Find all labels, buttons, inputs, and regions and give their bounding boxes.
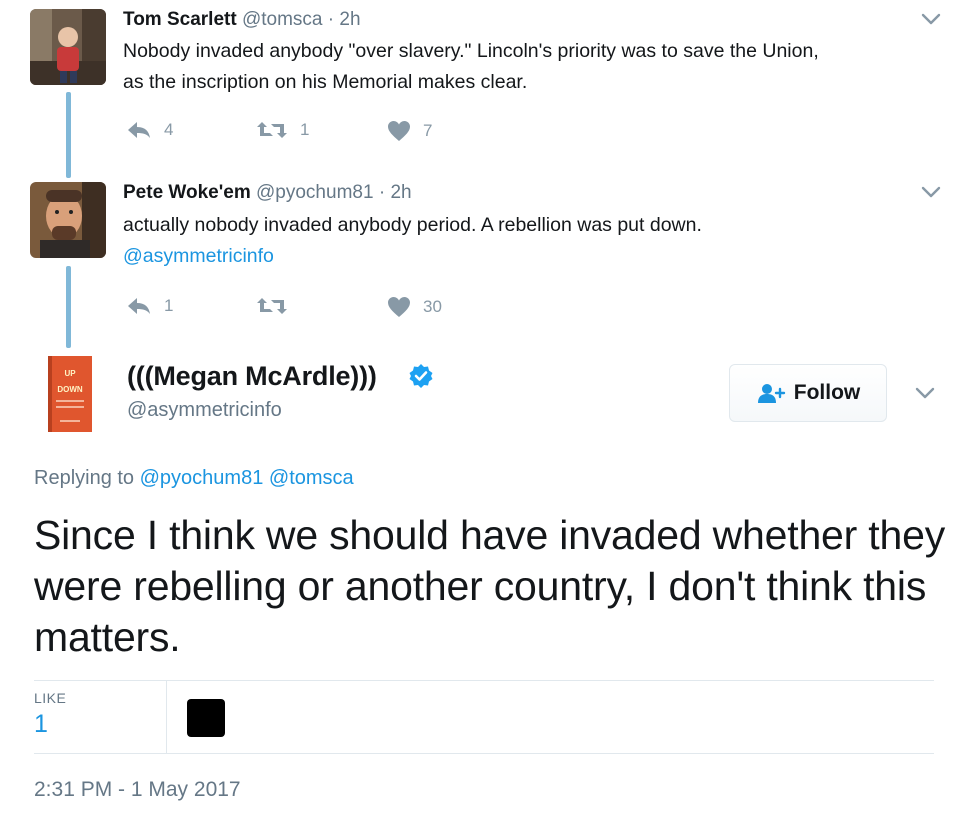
chevron-down-icon[interactable] <box>920 181 942 203</box>
heart-icon <box>388 121 410 141</box>
reply-button[interactable]: 1 <box>126 296 173 316</box>
replying-to: Replying to @pyochum81 @tomsca <box>34 467 354 490</box>
retweet-button[interactable] <box>256 296 300 316</box>
tweet-time[interactable]: 2h <box>339 9 360 30</box>
separator-dot: · <box>327 9 335 30</box>
author-handle[interactable]: @tomsca <box>242 9 323 30</box>
replying-mention[interactable]: @pyochum81 <box>140 467 264 489</box>
author-name[interactable]: Tom Scarlett <box>123 9 237 30</box>
reply-count: 1 <box>164 296 174 315</box>
tweet-header: Pete Woke'em @pyochum81 · 2h <box>123 182 412 204</box>
like-button[interactable]: 7 <box>387 120 432 142</box>
book-title-down: DOWN <box>57 385 83 394</box>
reply-tweet-1[interactable]: Tom Scarlett @tomsca · 2h Nobody invaded… <box>0 0 980 160</box>
avatar[interactable] <box>30 182 106 258</box>
avatar[interactable] <box>30 9 106 85</box>
follow-person-icon <box>757 384 785 403</box>
chevron-down-icon[interactable] <box>914 382 936 404</box>
tweet-header: Tom Scarlett @tomsca · 2h <box>123 9 361 31</box>
reply-button[interactable]: 4 <box>126 120 173 140</box>
tweet-text-line: actually nobody invaded anybody period. … <box>123 214 702 236</box>
reply-count: 4 <box>164 120 174 139</box>
like-stat-count[interactable]: 1 <box>34 710 48 739</box>
like-stat-label: LIKE <box>34 690 67 706</box>
tweet-text: Nobody invaded anybody "over slavery." L… <box>123 36 953 98</box>
mention-link[interactable]: @asymmetricinfo <box>123 241 953 272</box>
main-tweet-text: Since I think we should have invaded whe… <box>34 512 945 660</box>
reply-tweet-2[interactable]: Pete Woke'em @pyochum81 · 2h actually no… <box>0 170 980 340</box>
divider <box>34 753 934 754</box>
liker-avatar[interactable] <box>187 699 225 737</box>
author-name[interactable]: Pete Woke'em <box>123 182 251 203</box>
author-handle[interactable]: @asymmetricinfo <box>127 399 282 422</box>
reply-icon <box>128 122 150 138</box>
verified-badge-icon <box>409 364 433 388</box>
like-count: 7 <box>423 121 433 140</box>
separator-dot: · <box>378 182 386 203</box>
tweet-timestamp[interactable]: 2:31 PM - 1 May 2017 <box>34 778 241 802</box>
tweet-text-line: as the inscription on his Memorial makes… <box>123 71 528 93</box>
retweet-count: 1 <box>300 120 310 139</box>
stats-divider <box>166 681 167 753</box>
retweet-icon <box>257 298 287 314</box>
tweet-time[interactable]: 2h <box>390 182 411 203</box>
replying-prefix: Replying to <box>34 467 135 489</box>
book-title-up: UP <box>64 369 76 378</box>
retweet-icon <box>257 122 287 138</box>
retweet-button[interactable]: 1 <box>256 120 309 140</box>
like-count: 30 <box>423 297 442 316</box>
like-button[interactable]: 30 <box>387 296 442 318</box>
follow-label: Follow <box>793 381 861 404</box>
avatar[interactable]: UP DOWN <box>42 354 98 434</box>
author-name[interactable]: (((Megan McArdle))) <box>127 361 377 392</box>
tweet-text: actually nobody invaded anybody period. … <box>123 210 953 272</box>
tweet-text-line: Nobody invaded anybody "over slavery." L… <box>123 40 819 62</box>
follow-button[interactable]: Follow <box>729 364 887 422</box>
heart-icon <box>388 297 410 317</box>
reply-icon <box>128 298 150 314</box>
author-handle[interactable]: @pyochum81 <box>256 182 374 203</box>
chevron-down-icon[interactable] <box>920 8 942 30</box>
divider <box>34 680 934 681</box>
replying-mention[interactable]: @tomsca <box>269 467 354 489</box>
